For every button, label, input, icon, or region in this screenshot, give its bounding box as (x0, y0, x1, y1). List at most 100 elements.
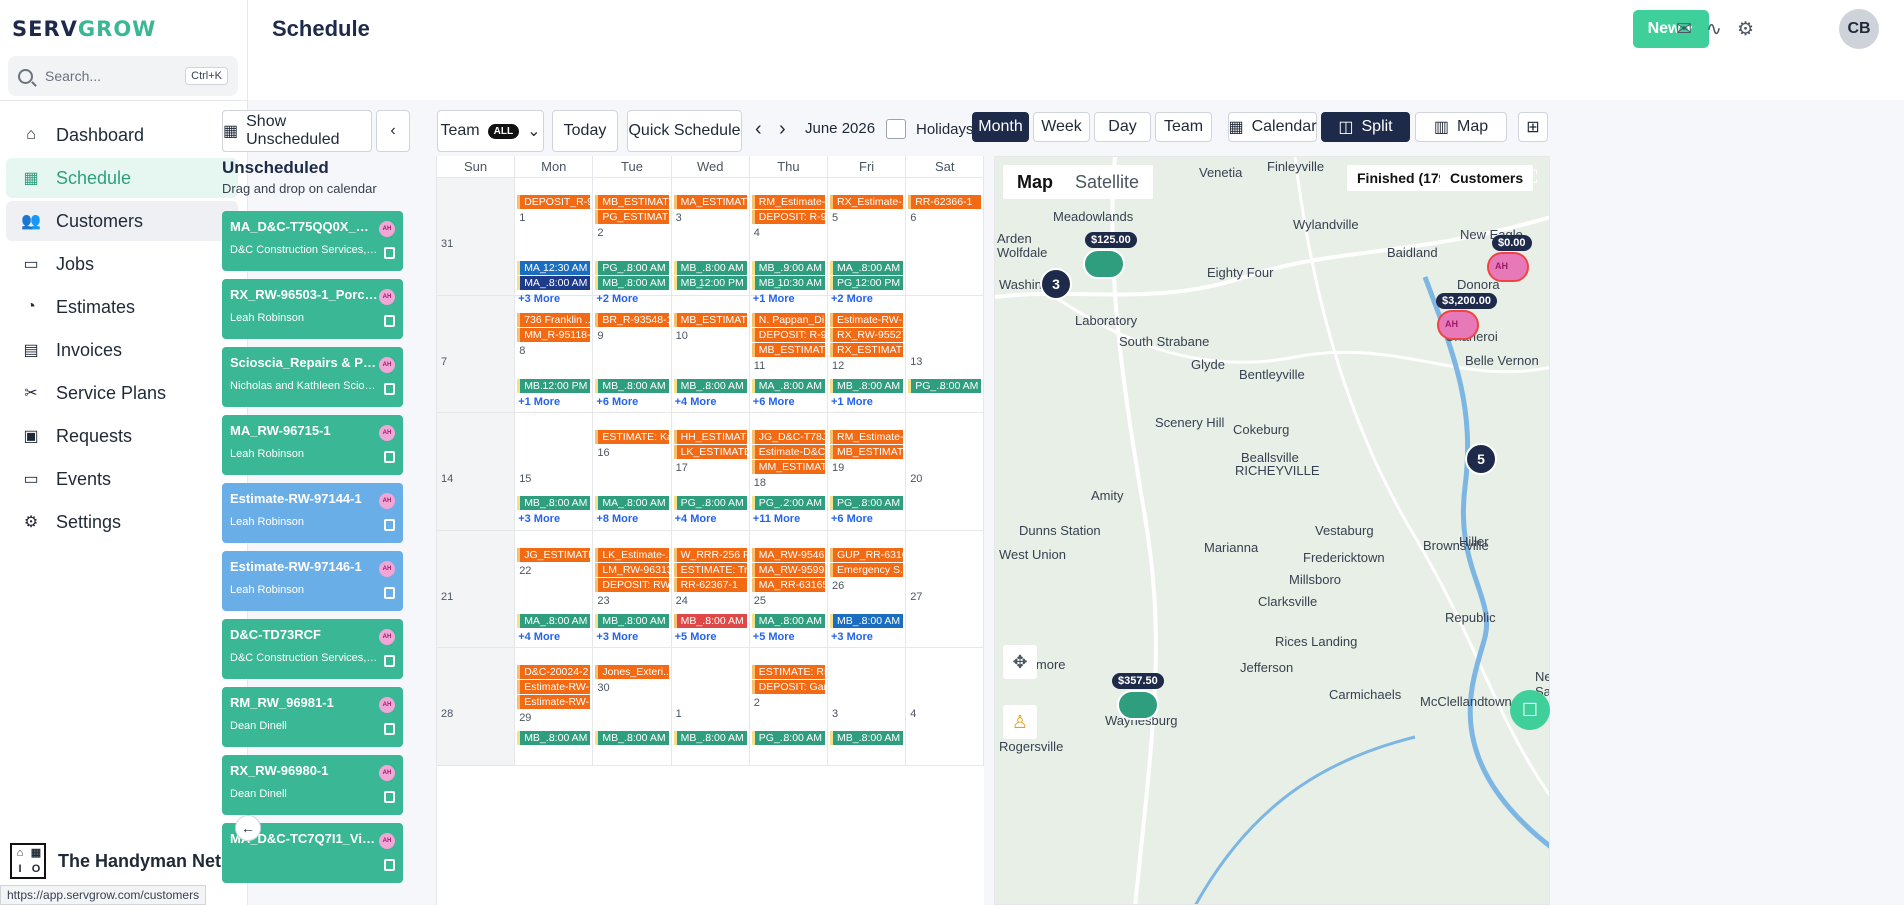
calendar-visit[interactable]: MB_... 8:00 AM (517, 496, 591, 510)
more-events-link[interactable]: +1 More (518, 396, 560, 408)
calendar-event[interactable]: Estimate-RW-... (830, 312, 904, 327)
map-cluster[interactable]: 5 (1465, 443, 1497, 475)
more-events-link[interactable]: +4 More (518, 631, 560, 643)
calendar-event[interactable]: MM_R-95118-... (517, 327, 591, 342)
calendar-day-cell[interactable]: 31 (437, 178, 516, 296)
calendar-day-cell[interactable]: DEPOSIT_R-9... 1 MA_...12:30 AMMA_...8:00 … (515, 178, 594, 305)
calendar-day-cell[interactable]: 15 MB_... 8:00 AM +3 More (515, 413, 594, 531)
calendar-day-cell[interactable]: BR_R-93548-1 9 MB_... 8:00 AM +6 More (593, 295, 672, 413)
calendar-event[interactable]: PG_ESTIMATE... (595, 210, 669, 224)
view-month-button[interactable]: Month (972, 112, 1029, 142)
calendar-visit[interactable]: MA_... 8:00 AM (751, 613, 825, 628)
gear-icon[interactable]: ⚙ (1737, 18, 1754, 41)
calendar-event[interactable]: 736 Franklin ... (517, 312, 591, 327)
calendar-event[interactable]: N. Pappan_Di... (751, 312, 825, 327)
calendar-icon[interactable] (384, 247, 395, 259)
calendar-day-cell[interactable]: 3 MB_... 8:00 AM (828, 648, 907, 766)
calendar-day-cell[interactable]: JG_D&C-T78J...Estimate-D&C...MM_ESTIMAT.… (749, 413, 828, 531)
mode-split-button[interactable]: ◫ Split (1321, 112, 1410, 142)
unscheduled-card[interactable]: RM_RW_96981-1 Dean Dinell AH (222, 687, 403, 747)
calendar-visit[interactable]: PG_... 8:00 AM (908, 378, 982, 393)
next-month-icon[interactable]: › (779, 118, 786, 141)
today-button[interactable]: Today (552, 110, 618, 152)
calendar-event[interactable]: RX_Estimate-... (830, 195, 904, 209)
more-events-link[interactable]: +11 More (753, 513, 800, 525)
street-view-icon[interactable]: ♙ (1003, 705, 1037, 739)
more-events-link[interactable]: +4 More (675, 513, 717, 525)
calendar-day-cell[interactable]: MA_RW-95467-1MA_RW-95998-1MA_RR-63165-1 2… (749, 530, 828, 648)
calendar-event[interactable]: MB_ESTIMATE... (830, 445, 904, 459)
sidebar-item-schedule[interactable]: ▦ Schedule (6, 158, 238, 198)
calendar-icon[interactable] (384, 315, 395, 327)
calendar-event[interactable]: Emergency S... (830, 562, 904, 577)
calendar-event[interactable]: MA_RW-95467-1 (751, 547, 825, 562)
calendar-event[interactable]: LK_ESTIMATE... (673, 445, 747, 459)
calendar-event[interactable]: Estimate-D&C... (751, 445, 825, 459)
calendar-event[interactable]: LM_RW-96313-1 (595, 562, 669, 577)
calendar-event[interactable]: GUP_RR-6316... (830, 547, 904, 562)
calendar-event[interactable]: DEPOSIT_R-9... (517, 195, 591, 209)
calendar-visit[interactable]: PG_... 2:00 AM (751, 496, 825, 510)
calendar-day-cell[interactable]: RM_Estimate-...DEPOSIT: R-9... 4 MB_...9:0… (749, 178, 828, 305)
calendar-visit[interactable]: PG_... 8:00 AM (751, 731, 825, 745)
calendar-icon[interactable] (384, 655, 395, 667)
more-events-link[interactable]: +1 More (831, 396, 873, 408)
quick-schedule-button[interactable]: Quick Schedule (627, 110, 742, 152)
calendar-day-cell[interactable]: W_RRR-256 P...ESTIMATE: Tr...RR-62367-1 2… (671, 530, 750, 648)
calendar-day-cell[interactable]: 28 (437, 648, 516, 766)
calendar-event[interactable]: ESTIMATE: RR... (751, 665, 825, 679)
unscheduled-card[interactable]: MA_D&C-T75QQ0X_WAIT... D&C Construction S… (222, 211, 403, 271)
calendar-visit[interactable]: MA_... 8:00 AM (517, 613, 591, 628)
calendar-event[interactable]: Jones_Exteri... (595, 665, 669, 679)
calendar-icon[interactable] (384, 587, 395, 599)
calendar-visit[interactable]: MB_... 10:30 AM (751, 276, 825, 290)
calendar-day-cell[interactable]: LK_Estimate-...LM_RW-96313-1DEPOSIT: RW.… (593, 530, 672, 648)
calendar-event[interactable]: HH_ESTIMATE... (673, 430, 747, 444)
sidebar-item-customers[interactable]: 👥 Customers (6, 201, 238, 241)
calendar-day-cell[interactable]: Jones_Exteri... 30 MB_... 8:00 AM (593, 648, 672, 766)
more-events-link[interactable]: +5 More (753, 631, 795, 643)
calendar-visit[interactable]: MB_... 8:00 AM (517, 731, 591, 745)
view-team-button[interactable]: Team (1155, 112, 1212, 142)
calendar-event[interactable]: JG_ESTIMATE... (517, 547, 591, 562)
unscheduled-card[interactable]: Scioscia_Repairs & Paint... Nicholas and … (222, 347, 403, 407)
calendar-event[interactable]: JG_D&C-T78J... (751, 430, 825, 444)
sidebar-item-settings[interactable]: ⚙ Settings (6, 502, 238, 542)
calendar-day-cell[interactable]: MA_ESTIMATE... 3 MB_...8:00 AMMB_...12:00 … (671, 178, 750, 296)
calendar-day-cell[interactable]: 736 Franklin ...MM_R-95118-... 8 MB...12:0… (515, 295, 594, 413)
calendar-event[interactable]: RX_ESTIMATE... (830, 342, 904, 357)
calendar-visit[interactable]: MB_... 12:00 PM (673, 276, 747, 290)
satellite-tab[interactable]: Satellite (1061, 165, 1154, 199)
calendar-icon[interactable] (384, 859, 395, 871)
calendar-day-cell[interactable]: HH_ESTIMATE...LK_ESTIMATE... 17 PG_...8:00… (671, 413, 750, 531)
servgrow-logo[interactable]: SERVGROW (12, 17, 156, 41)
calendar-visit[interactable]: MB_... 8:00 AM (673, 613, 747, 628)
map-pin[interactable] (1083, 249, 1125, 279)
calendar-visit[interactable]: PG_... 8:00 AM (595, 261, 669, 275)
calendar-visit[interactable]: MA_... 8:00 AM (517, 276, 591, 290)
calendar-event[interactable]: ESTIMATE: Tr... (673, 562, 747, 577)
calendar-day-cell[interactable]: ESTIMATE: RR...DEPOSIT: Gar... 2 PG_...8:0… (749, 648, 828, 766)
calendar-visit[interactable]: MB_... 8:00 AM (595, 613, 669, 628)
calendar-visit[interactable]: MB_... 8:00 AM (673, 261, 747, 275)
calendar-day-cell[interactable]: N. Pappan_Di...DEPOSIT: R-9...MB_ESTIMAT… (749, 295, 828, 413)
calendar-day-cell[interactable]: 13 PG_... 8:00 AM (906, 295, 985, 413)
calendar-visit[interactable]: PG_... 8:00 AM (673, 496, 747, 510)
calendar-event[interactable]: MB_ESTIMATE... (751, 342, 825, 357)
calendar-day-cell[interactable]: RR-62366-1 6 (906, 178, 985, 296)
more-events-link[interactable]: +4 More (675, 396, 717, 408)
unscheduled-card[interactable]: RX_RW-96980-1 Dean Dinell AH (222, 755, 403, 815)
calendar-event[interactable]: BR_R-93548-1 (595, 312, 669, 327)
calendar-event[interactable]: W_RRR-256 P... (673, 547, 747, 562)
calendar-event[interactable]: RR-62367-1 (673, 577, 747, 592)
calendar-visit[interactable]: MA_... 12:30 AM (517, 261, 591, 275)
calendar-visit[interactable]: MB_... 8:00 AM (830, 613, 904, 628)
calendar-event[interactable]: LK_Estimate-... (595, 547, 669, 562)
new-button[interactable]: New ▼ (1633, 10, 1709, 48)
calendar-icon[interactable] (384, 519, 395, 531)
calendar-day-cell[interactable]: D&C-20024-2Estimate-RW-...Estimate-RW-..… (515, 648, 594, 766)
sidebar-item-jobs[interactable]: ▭ Jobs (6, 244, 238, 284)
prev-month-icon[interactable]: ‹ (755, 118, 762, 141)
calendar-event[interactable]: MM_ESTIMAT... (751, 460, 825, 474)
more-events-link[interactable]: +3 More (596, 631, 638, 643)
